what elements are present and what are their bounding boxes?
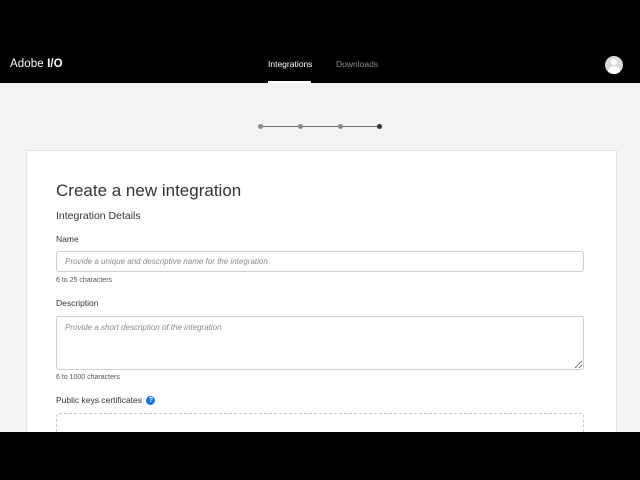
adobe-io-logo[interactable]: Adobe I/O xyxy=(10,58,63,70)
brand-name: Adobe xyxy=(10,58,44,70)
name-hint: 6 to 25 characters xyxy=(56,277,113,284)
tab-downloads[interactable]: Downloads xyxy=(336,59,378,69)
letterbox-top xyxy=(0,0,640,48)
tab-integrations[interactable]: Integrations xyxy=(268,59,312,69)
description-hint: 6 to 1000 characters xyxy=(56,374,120,381)
step-dot-2 xyxy=(298,124,303,129)
help-question-icon[interactable]: ? xyxy=(146,396,156,405)
progress-stepper xyxy=(258,124,384,130)
letterbox-bottom xyxy=(0,432,640,480)
page-title: Create a new integration xyxy=(56,181,242,200)
certificate-dropzone[interactable] xyxy=(56,413,584,432)
step-dot-4-current xyxy=(377,124,382,129)
stepper-line xyxy=(261,126,381,127)
name-input[interactable] xyxy=(56,251,584,272)
step-dot-3 xyxy=(338,124,343,129)
top-navigation-bar: Adobe I/O Integrations Downloads xyxy=(0,48,640,83)
certificates-label-row: Public keys certificates ? xyxy=(56,395,156,405)
step-dot-1 xyxy=(258,124,263,129)
brand-product: I/O xyxy=(47,58,63,70)
integration-form-card: Create a new integration Integration Det… xyxy=(26,150,617,432)
description-input[interactable] xyxy=(56,316,584,370)
section-title: Integration Details xyxy=(56,210,141,222)
certificates-label: Public keys certificates xyxy=(56,395,142,405)
main-content: Create a new integration Integration Det… xyxy=(0,83,640,432)
name-label: Name xyxy=(56,234,79,244)
user-avatar-icon[interactable] xyxy=(605,56,623,74)
description-label: Description xyxy=(56,298,99,308)
